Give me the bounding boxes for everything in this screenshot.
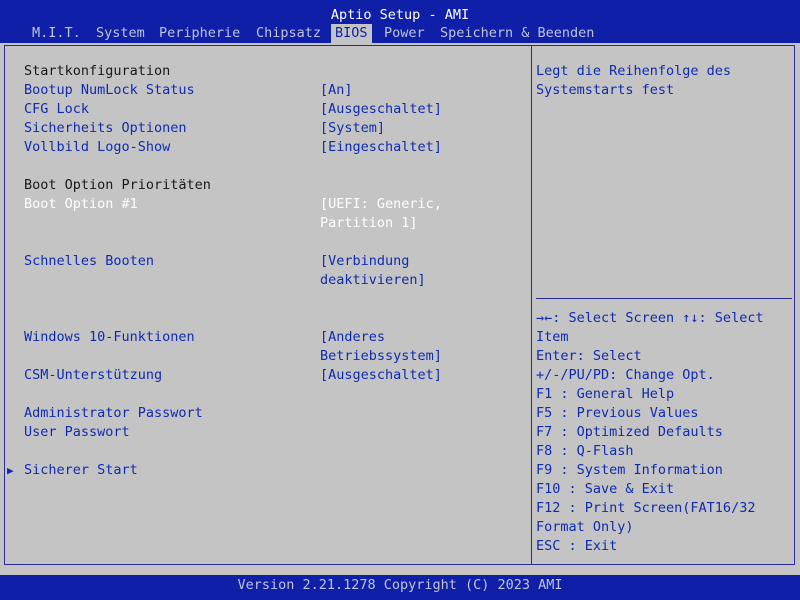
- help-key-item: Item: [536, 329, 569, 345]
- section-boot-prioritaeten: Boot Option Prioritäten: [24, 177, 211, 193]
- administrator-passwort[interactable]: Administrator Passwort: [24, 404, 203, 423]
- help-description-line1: Legt die Reihenfolge des: [536, 63, 732, 79]
- help-key-esc: ESC : Exit: [536, 538, 618, 554]
- cfg-lock-label[interactable]: CFG Lock: [24, 100, 89, 119]
- help-divider: [536, 298, 792, 299]
- tab-bios[interactable]: BIOS: [331, 24, 372, 43]
- schnelles-booten-value-line2[interactable]: deaktivieren]: [320, 271, 426, 290]
- help-key-f7: F7 : Optimized Defaults: [536, 424, 723, 440]
- sicherer-start-submenu[interactable]: Sicherer Start: [24, 461, 138, 480]
- cfg-lock-value[interactable]: [Ausgeschaltet]: [320, 100, 442, 119]
- sicherheits-optionen-value[interactable]: [System]: [320, 119, 385, 138]
- bootup-numlock-value[interactable]: [An]: [320, 81, 353, 100]
- footer-version: Version 2.21.1278 Copyright (C) 2023 AMI: [0, 575, 800, 600]
- vollbild-logo-label[interactable]: Vollbild Logo-Show: [24, 138, 170, 157]
- windows10-funktionen-label[interactable]: Windows 10-Funktionen: [24, 328, 195, 347]
- bootup-numlock-label[interactable]: Bootup NumLock Status: [24, 81, 195, 100]
- schnelles-booten-label[interactable]: Schnelles Booten: [24, 252, 154, 271]
- window-title: Aptio Setup - AMI: [330, 7, 470, 23]
- schnelles-booten-value-line1[interactable]: [Verbindung: [320, 252, 409, 271]
- windows10-funktionen-value-line2[interactable]: Betriebssystem]: [320, 347, 442, 366]
- help-key-f10: F10 : Save & Exit: [536, 481, 675, 497]
- windows10-funktionen-value-line1[interactable]: [Anderes: [320, 328, 385, 347]
- help-key-f1: F1 : General Help: [536, 386, 675, 402]
- help-description-line2: Systemstarts fest: [536, 82, 675, 98]
- help-key-f9: F9 : System Information: [536, 462, 723, 478]
- tab-power[interactable]: Power: [380, 24, 429, 43]
- help-key-select-screen: →←: Select Screen ↑↓: Select: [536, 310, 764, 326]
- tab-mit[interactable]: M.I.T.: [28, 24, 85, 43]
- csm-unterstuetzung-label[interactable]: CSM-Unterstützung: [24, 366, 162, 385]
- tab-speichern-beenden[interactable]: Speichern & Beenden: [436, 24, 598, 43]
- help-key-change-opt: +/-/PU/PD: Change Opt.: [536, 367, 715, 383]
- help-key-enter: Enter: Select: [536, 348, 642, 364]
- csm-unterstuetzung-value[interactable]: [Ausgeschaltet]: [320, 366, 442, 385]
- tab-system[interactable]: System: [92, 24, 149, 43]
- help-key-f5: F5 : Previous Values: [536, 405, 699, 421]
- help-key-f12: F12 : Print Screen(FAT16/32: [536, 500, 756, 516]
- header-bar: Aptio Setup - AMI M.I.T. System Peripher…: [0, 0, 800, 43]
- tab-peripherie[interactable]: Peripherie: [155, 24, 244, 43]
- submenu-arrow-icon: ▶: [7, 464, 14, 477]
- panel-divider: [531, 45, 532, 565]
- vollbild-logo-value[interactable]: [Eingeschaltet]: [320, 138, 442, 157]
- help-key-f8: F8 : Q-Flash: [536, 443, 634, 459]
- boot-option-1-value-line2[interactable]: Partition 1]: [320, 214, 418, 233]
- help-key-format-only: Format Only): [536, 519, 634, 535]
- tab-chipsatz[interactable]: Chipsatz: [252, 24, 325, 43]
- boot-option-1-label[interactable]: Boot Option #1: [24, 195, 138, 214]
- user-passwort[interactable]: User Passwort: [24, 423, 130, 442]
- section-startkonfiguration: Startkonfiguration: [24, 63, 171, 79]
- sicherheits-optionen-label[interactable]: Sicherheits Optionen: [24, 119, 187, 138]
- boot-option-1-value-line1[interactable]: [UEFI: Generic,: [320, 195, 442, 214]
